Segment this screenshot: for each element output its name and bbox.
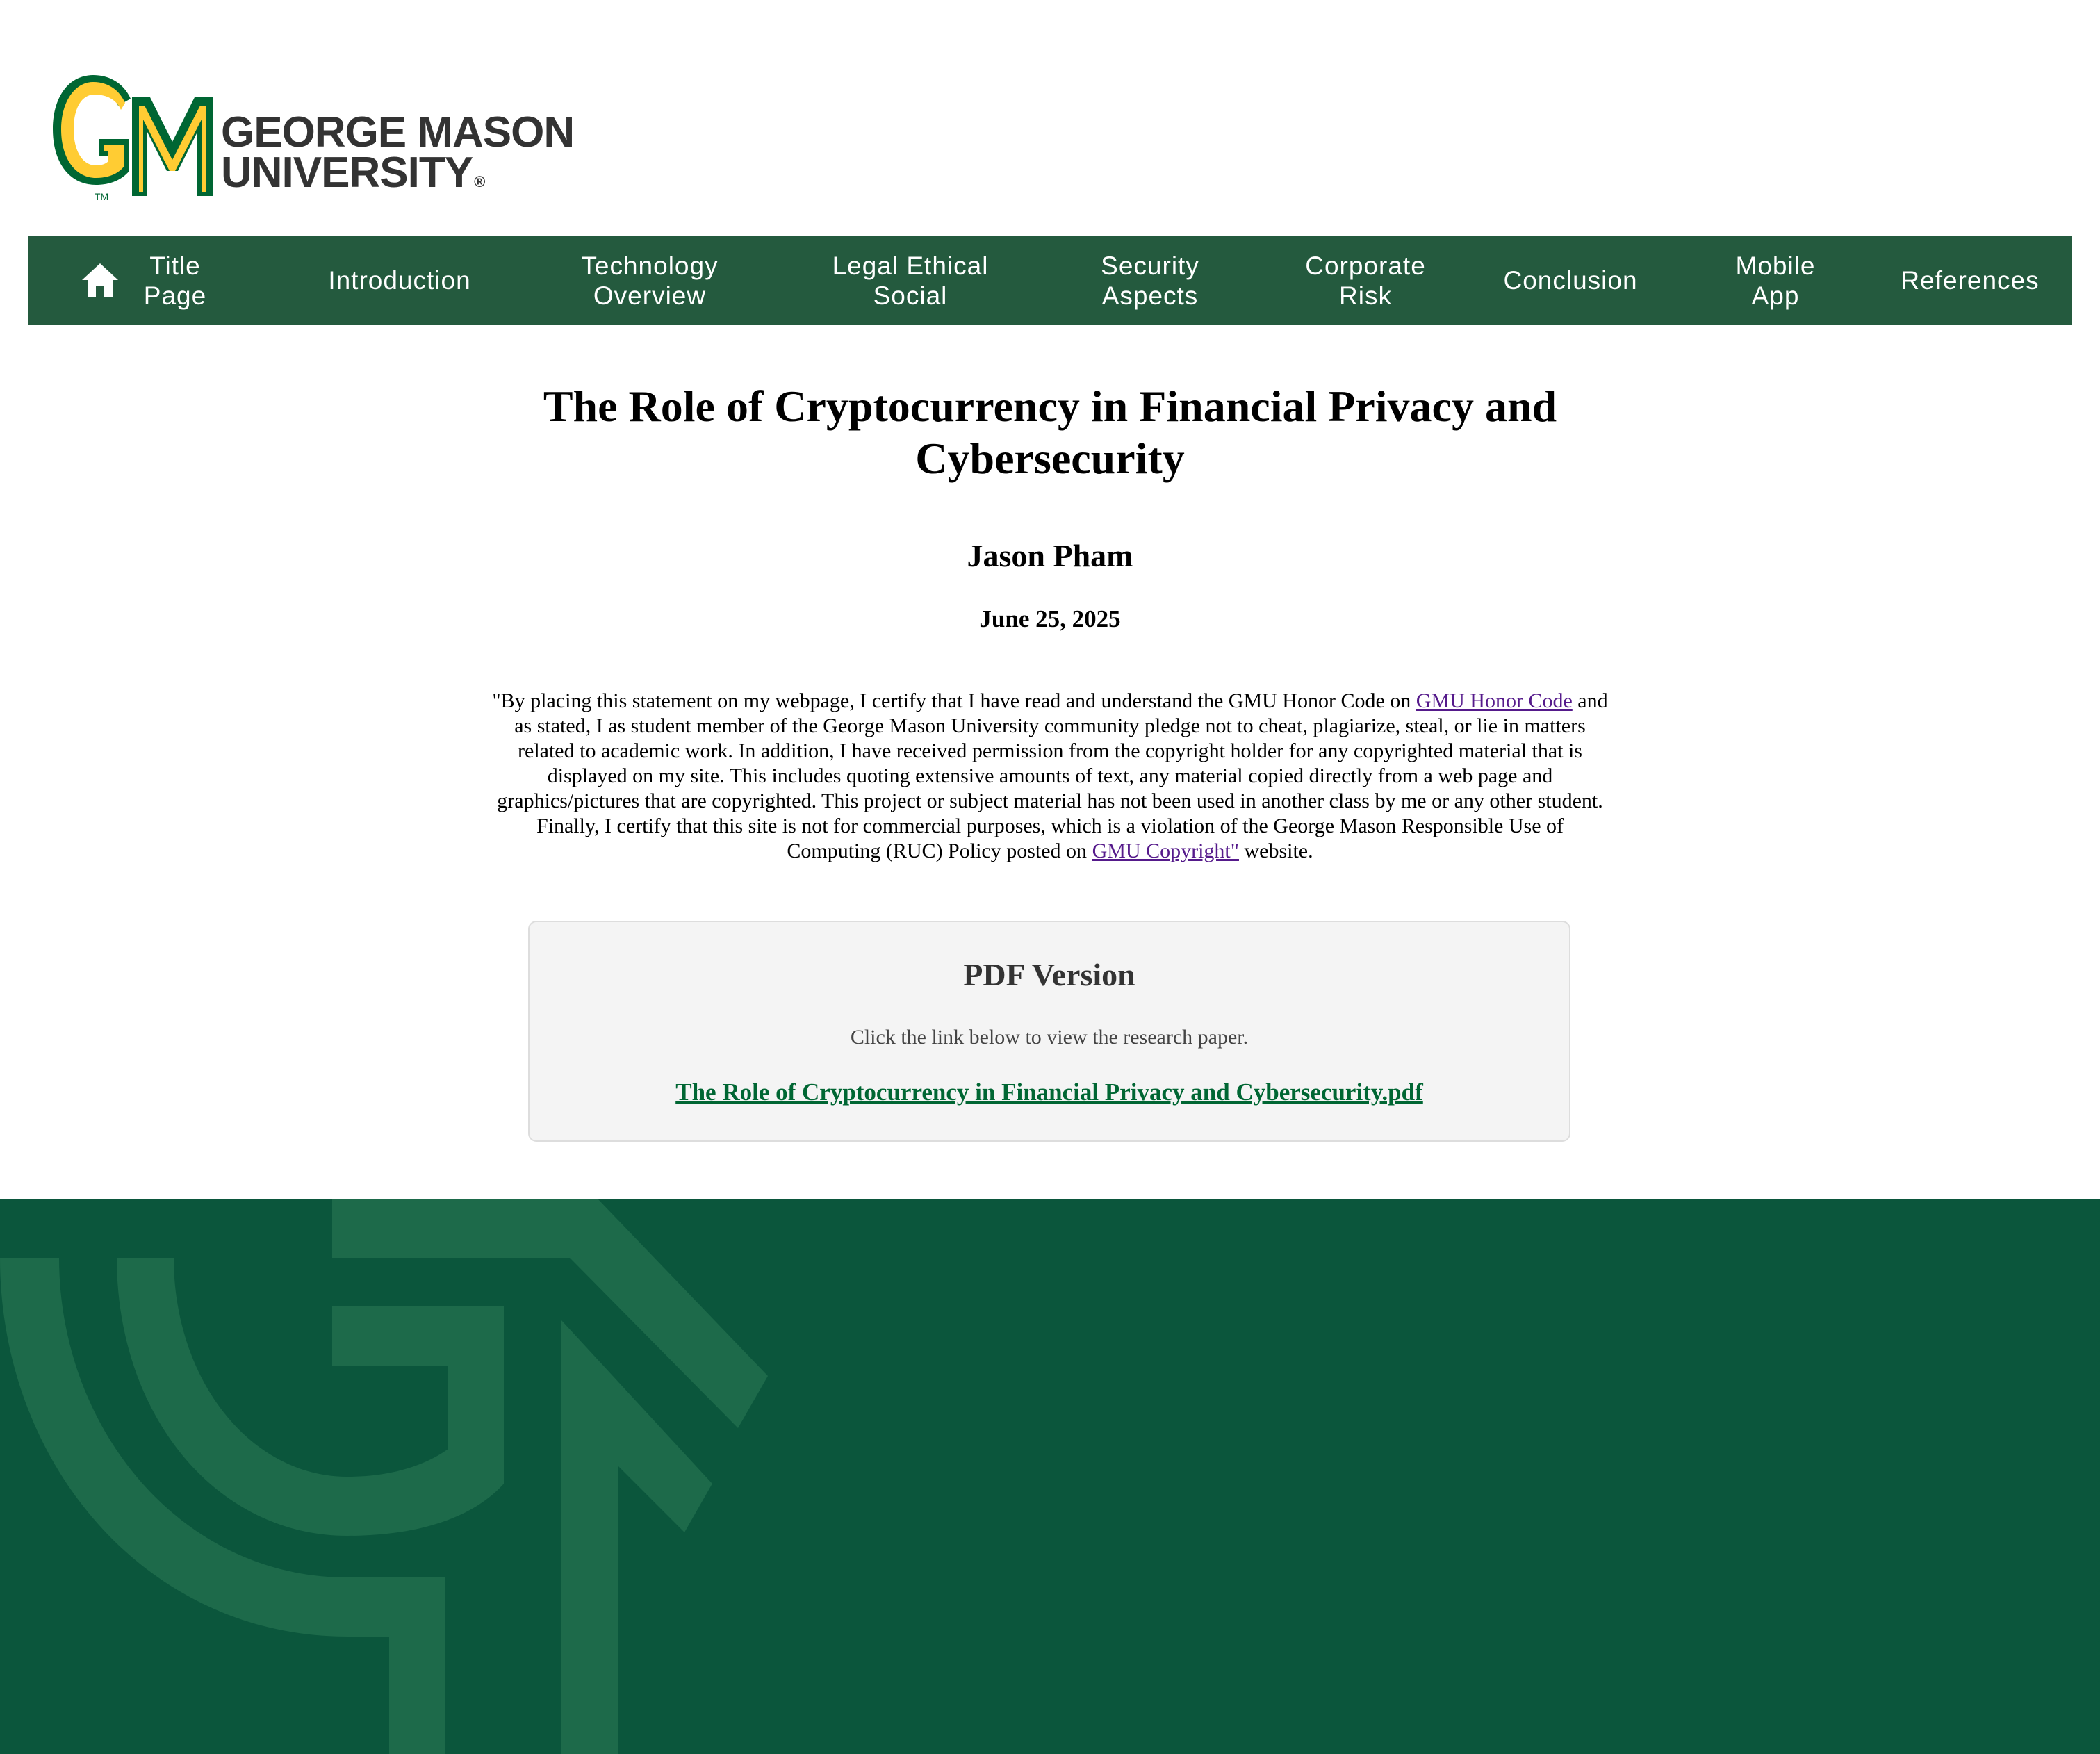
site-header: TM GEORGE MASON UNIVERSITY® [0,0,2100,236]
site-footer [0,1199,2100,1754]
nav-label-legal-ethical-social: Legal Ethical Social [832,251,989,310]
trademark-symbol: TM [95,191,108,202]
nav-label-title-page: Title Page [143,251,207,310]
nav-label-references: References [1901,266,2040,295]
page-title: The Role of Cryptocurrency in Financial … [543,382,1557,483]
main-nav: Title Page Introduction Technology Overv… [28,236,2072,325]
nav-item-references[interactable]: References [1855,236,2085,325]
logo-wordmark: GEORGE MASON UNIVERSITY® [221,108,575,202]
gm-logo-icon: TM [53,75,213,202]
nav-item-security-aspects[interactable]: Security Aspects [1056,236,1244,325]
nav-label-technology-overview: Technology Overview [581,251,719,310]
statement-text-3: website. [1238,839,1313,862]
pdf-version-box: PDF Version Click the link below to view… [528,921,1570,1142]
author-name: Jason Pham [967,538,1133,573]
statement-text-2: and as stated, I as student member of th… [497,689,1608,862]
logo-name-line2: UNIVERSITY [221,149,473,197]
honor-statement: "By placing this statement on my webpage… [491,689,1609,864]
pdf-download-link[interactable]: The Role of Cryptocurrency in Financial … [530,1078,1569,1107]
nav-label-introduction: Introduction [328,266,471,295]
nav-item-technology-overview[interactable]: Technology Overview [542,236,757,325]
main-content: The Role of Cryptocurrency in Financial … [0,325,2100,1199]
logo-name-line1: GEORGE MASON [221,108,575,156]
nav-item-legal-ethical-social[interactable]: Legal Ethical Social [792,236,1028,325]
nav-label-mobile-app: Mobile App [1735,251,1816,310]
gmu-logo[interactable]: TM GEORGE MASON UNIVERSITY® [49,69,577,202]
gm-watermark-icon [0,1199,768,1754]
nav-item-title-page[interactable]: Title Page [132,236,218,325]
registered-symbol: ® [474,173,485,190]
nav-label-corporate-risk: Corporate Risk [1305,251,1426,310]
pdf-description: Click the link below to view the researc… [850,1026,1249,1049]
publish-date: June 25, 2025 [979,605,1121,632]
nav-label-conclusion: Conclusion [1503,266,1638,295]
nav-item-mobile-app[interactable]: Mobile App [1696,236,1855,325]
nav-item-conclusion[interactable]: Conclusion [1466,236,1675,325]
nav-label-security-aspects: Security Aspects [1101,251,1199,310]
gmu-honor-code-link[interactable]: GMU Honor Code [1416,689,1573,712]
statement-text-1: "By placing this statement on my webpage… [492,689,1416,712]
home-icon[interactable] [81,262,120,298]
nav-item-corporate-risk[interactable]: Corporate Risk [1272,236,1459,325]
pdf-heading: PDF Version [963,957,1135,992]
nav-item-introduction[interactable]: Introduction [292,236,507,325]
gmu-copyright-link[interactable]: GMU Copyright" [1092,839,1239,862]
